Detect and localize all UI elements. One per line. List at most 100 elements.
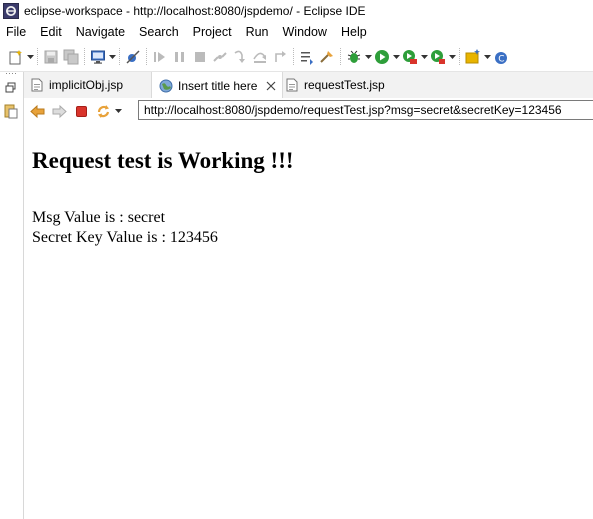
save-icon	[44, 50, 58, 64]
stop-icon	[75, 105, 87, 117]
disconnect-button[interactable]	[211, 48, 229, 66]
coverage-dropdown-button[interactable]	[420, 48, 428, 66]
debug-button[interactable]	[345, 48, 363, 66]
step-over-icon	[253, 52, 266, 63]
back-button[interactable]	[28, 102, 46, 120]
external-tools-icon	[431, 50, 445, 64]
new-class-button[interactable]: C	[492, 48, 510, 66]
coverage-button[interactable]	[401, 48, 419, 66]
chevron-down-icon	[448, 55, 456, 59]
resume-button[interactable]	[151, 48, 169, 66]
forward-arrow-icon	[52, 104, 67, 118]
toolbar-separator	[37, 48, 38, 66]
drag-handle-icon[interactable]	[5, 72, 19, 76]
console-dropdown-button[interactable]	[108, 48, 116, 66]
disconnect-icon	[213, 52, 227, 62]
new-java-dropdown-button[interactable]	[483, 48, 491, 66]
debug-dropdown-button[interactable]	[364, 48, 372, 66]
save-button[interactable]	[42, 48, 60, 66]
terminate-button[interactable]	[191, 48, 209, 66]
bug-icon	[347, 50, 361, 63]
suspend-button[interactable]	[171, 48, 189, 66]
build-icon	[320, 51, 333, 63]
globe-icon	[159, 79, 173, 92]
new-class-icon: C	[495, 52, 507, 65]
new-java-project-button[interactable]	[464, 48, 482, 66]
msg-value-text: Msg Value is : secret	[32, 209, 166, 226]
chevron-down-icon	[26, 55, 34, 59]
stop-button[interactable]	[72, 102, 90, 120]
skip-breakpoints-icon	[126, 50, 140, 64]
restore-view-icon[interactable]	[5, 82, 17, 94]
clipboard-icon[interactable]	[3, 103, 19, 119]
tab-requesttest-jsp[interactable]: requestTest.jsp	[285, 72, 385, 98]
tab-insert-title-here[interactable]: Insert title here	[151, 72, 284, 99]
new-project-icon	[465, 49, 480, 64]
step-return-icon	[275, 51, 286, 62]
external-tools-button[interactable]	[429, 48, 447, 66]
new-file-button[interactable]	[7, 48, 25, 66]
resume-icon	[154, 52, 165, 62]
step-return-button[interactable]	[271, 48, 289, 66]
chevron-down-icon	[114, 109, 122, 113]
step-over-button[interactable]	[251, 48, 269, 66]
tab-implicitobj-jsp[interactable]: implicitObj.jsp	[30, 72, 123, 98]
step-into-icon	[234, 50, 245, 63]
menu-window[interactable]: Window	[276, 22, 334, 42]
save-all-icon	[63, 49, 79, 65]
svg-text:C: C	[498, 55, 504, 65]
menu-help[interactable]: Help	[334, 22, 374, 42]
history-dropdown-button[interactable]	[114, 102, 122, 120]
run-icon	[375, 50, 389, 64]
toolbar-separator	[293, 48, 294, 66]
menu-edit[interactable]: Edit	[33, 22, 69, 42]
window-title: eclipse-workspace - http://localhost:808…	[24, 4, 366, 18]
jsp-file-icon	[31, 78, 43, 92]
tab-label: requestTest.jsp	[304, 78, 385, 92]
build-button[interactable]	[318, 48, 336, 66]
task-list-icon	[301, 52, 313, 65]
menu-project[interactable]: Project	[186, 22, 239, 42]
tab-label: Insert title here	[178, 78, 258, 93]
open-task-button[interactable]	[298, 48, 316, 66]
stop-icon	[195, 52, 205, 62]
menu-search[interactable]: Search	[132, 22, 186, 42]
menu-bar: File Edit Navigate Search Project Run Wi…	[0, 22, 593, 42]
main-toolbar: C	[0, 43, 593, 72]
close-icon[interactable]	[266, 81, 276, 91]
toolbar-separator	[146, 48, 147, 66]
skip-breakpoints-button[interactable]	[124, 48, 142, 66]
toolbar-separator	[459, 48, 460, 66]
new-file-icon	[9, 50, 22, 65]
step-into-button[interactable]	[231, 48, 249, 66]
tab-label: implicitObj.jsp	[49, 78, 124, 92]
external-tools-dropdown-button[interactable]	[448, 48, 456, 66]
refresh-icon	[97, 104, 109, 118]
eclipse-app-icon	[3, 3, 19, 19]
save-all-button[interactable]	[62, 48, 80, 66]
secret-key-value-text: Secret Key Value is : 123456	[32, 229, 218, 246]
toolbar-separator	[340, 48, 341, 66]
url-input[interactable]	[138, 100, 593, 120]
chevron-down-icon	[392, 55, 400, 59]
menu-file[interactable]: File	[0, 22, 33, 42]
run-button[interactable]	[373, 48, 391, 66]
new-dropdown-button[interactable]	[26, 48, 34, 66]
chevron-down-icon	[364, 55, 372, 59]
page-heading: Request test is Working !!!	[32, 148, 294, 173]
chevron-down-icon	[108, 55, 116, 59]
toolbar-separator	[84, 48, 85, 66]
refresh-button[interactable]	[94, 102, 112, 120]
jsp-file-icon	[286, 78, 298, 92]
left-trim-bar	[0, 72, 24, 519]
run-dropdown-button[interactable]	[392, 48, 400, 66]
coverage-icon	[403, 50, 417, 64]
back-arrow-icon	[29, 104, 44, 118]
browser-nav-bar	[24, 98, 593, 124]
forward-button[interactable]	[50, 102, 68, 120]
menu-run[interactable]: Run	[239, 22, 276, 42]
open-console-button[interactable]	[89, 48, 107, 66]
toolbar-separator	[119, 48, 120, 66]
menu-navigate[interactable]: Navigate	[69, 22, 132, 42]
browser-page-content: Request test is Working !!! Msg Value is…	[32, 140, 572, 248]
